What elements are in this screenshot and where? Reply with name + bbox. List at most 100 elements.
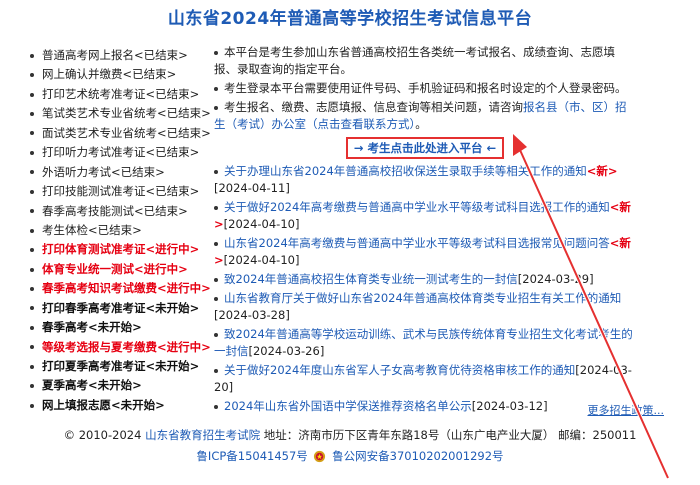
sidebar-item-label: 面试类艺术专业省统考<已结束> [42,125,211,140]
bullet-icon [30,189,34,194]
page-title: 山东省2024年普通高等学校招生考试信息平台 [167,9,533,29]
sidebar-item[interactable]: 面试类艺术专业省统考<已结束> [30,124,211,143]
sidebar-item-label: 打印夏季高考准考证<未开始> [42,359,200,373]
sidebar-item-label: 打印体育测试准考证<进行中> [42,242,200,257]
bullet-icon [214,404,218,409]
bullet-icon [30,150,34,155]
sidebar-item-label: 春季高考技能测试<已结束> [42,203,188,218]
news-item: 致2024年普通高校招生体育类专业统一测试考生的一封信[2024-03-29] [214,271,636,288]
bullet-icon [30,345,34,350]
sidebar-item-label: 体育专业统一测试<进行中> [42,261,188,276]
info-paragraph: 本平台是考生参加山东省普通高校招生各类统一考试报名、成绩查询、志愿填报、录取查询… [214,45,615,76]
news-date: [2024-04-10] [223,217,300,231]
bullet-icon [30,403,34,408]
bullet-icon [30,364,34,369]
bullet-icon [214,368,218,373]
sidebar-item[interactable]: 等级考选报与夏考缴费<进行中> [30,338,211,357]
more-policies-link[interactable]: 更多招生政策... [588,402,665,418]
sidebar-item-label: 网上确认并缴费<已结束> [42,67,177,82]
news-date: [2024-03-26] [248,344,325,358]
news-link[interactable]: 关于做好2024年高考缴费与普通高中学业水平等级考试科目选报工作的通知 [224,200,610,214]
news-date: [2024-04-10] [223,253,300,267]
sidebar-item[interactable]: 春季高考<未开始> [30,318,210,337]
news-date: [2024-03-12] [471,399,548,413]
bullet-icon [30,112,34,117]
bullet-icon [214,50,218,55]
info-block: 本平台是考生参加山东省普通高校招生各类统一考试报名、成绩查询、志愿填报、录取查询… [214,44,636,133]
bullet-icon [30,92,34,97]
sidebar-item[interactable]: 打印春季高考准考证<未开始> [30,299,210,318]
enter-platform-button[interactable]: → 考生点击此处进入平台 ← [345,137,505,159]
icp-link[interactable]: 鲁ICP备15041457号 [196,449,307,463]
sidebar-item-label: 夏季高考<未开始> [42,378,142,393]
news-item: 山东省教育厅关于做好山东省2024年普通高校体育类专业招生有关工作的通知 [202… [214,290,636,324]
police-badge-icon [314,450,326,463]
sidebar-item-label: 打印听力考试准考证<已结束> [42,145,200,160]
news-link[interactable]: 山东省2024年高考缴费与普通高中学业水平等级考试科目选报常见问题问答 [224,236,610,250]
bullet-icon [214,86,218,91]
sidebar-item-label: 考生体检<已结束> [42,222,142,237]
sidebar-item-label: 等级考选报与夏考缴费<进行中> [42,339,211,354]
news-link[interactable]: 致2024年普通高校招生体育类专业统一测试考生的一封信 [224,272,518,286]
bullet-icon [214,169,218,174]
sidebar-item-label: 外语听力考试<已结束> [42,164,165,179]
sidebar-item[interactable]: 夏季高考<未开始> [30,376,210,395]
bullet-icon [214,241,218,246]
main-content: 本平台是考生参加山东省普通高校招生各类统一考试报名、成绩查询、志愿填报、录取查询… [214,44,636,417]
news-link[interactable]: 山东省教育厅关于做好山东省2024年普通高校体育类专业招生有关工作的通知 [224,291,621,305]
sidebar-item[interactable]: 笔试类艺术专业省统考<已结束> [30,104,211,123]
bullet-icon [30,73,34,78]
sidebar-item[interactable]: 春季高考技能测试<已结束> [30,202,210,221]
sidebar-item[interactable]: 打印艺术统考准考证<已结束> [30,85,210,104]
sidebar-item-label: 春季高考知识考试缴费<进行中> [42,281,211,296]
police-record-link[interactable]: 鲁公网安备37010202001292号 [332,449,503,463]
bullet-icon [214,205,218,210]
info-paragraph: 考生登录本平台需要使用证件号码、手机验证码和报名时设定的个人登录密码。 [214,80,636,97]
bullet-icon [30,131,34,136]
news-item: 山东省2024年高考缴费与普通高中学业水平等级考试科目选报常见问题问答<新>[2… [214,235,636,269]
news-item: 2024年山东省外国语中学保送推荐资格名单公示[2024-03-12] [214,398,636,415]
sidebar-item[interactable]: 网上确认并缴费<已结束> [30,65,210,84]
bullet-icon [30,248,34,253]
news-link[interactable]: 关于办理山东省2024年普通高校招收保送生录取手续等相关工作的通知 [224,164,587,178]
bullet-icon [30,228,34,233]
bullet-icon [30,53,34,58]
news-link[interactable]: 关于做好2024年度山东省军人子女高考教育优待资格审核工作的通知 [224,363,575,377]
sidebar-item[interactable]: 考生体检<已结束> [30,221,210,240]
sidebar-item-label: 普通高考网上报名<已结束> [42,48,188,62]
footer-records: 鲁ICP备15041457号 鲁公网安备37010202001292号 [0,448,700,464]
bullet-icon [30,325,34,330]
news-item: 关于办理山东省2024年普通高校招收保送生录取手续等相关工作的通知<新> [202… [214,163,636,197]
news-date: [2024-04-11] [214,181,290,195]
sidebar-item[interactable]: 普通高考网上报名<已结束> [30,46,210,65]
sidebar-item[interactable]: 打印体育测试准考证<进行中> [30,240,210,259]
exam-authority-link[interactable]: 山东省教育招生考试院 [145,428,260,442]
sidebar-item[interactable]: 网上填报志愿<未开始> [30,396,210,415]
sidebar-item-label: 打印技能测试准考证<已结束> [42,184,200,199]
news-item: 致2024年普通高等学校运动训练、武术与民族传统体育专业招生文化考试考生的一封信… [214,326,636,360]
sidebar-item[interactable]: 春季高考知识考试缴费<进行中> [30,279,211,298]
footer-copyright: © 2010-2024 山东省教育招生考试院 地址：济南市历下区青年东路18号（… [63,428,637,442]
bullet-icon [214,332,218,337]
sidebar-item[interactable]: 打印夏季高考准考证<未开始> [30,357,210,376]
bullet-icon [30,306,34,311]
bullet-icon [214,277,218,282]
sidebar-item-label: 打印艺术统考准考证<已结束> [42,86,200,101]
news-date: [2024-03-28] [214,308,290,322]
sidebar-item[interactable]: 打印技能测试准考证<已结束> [30,182,210,201]
bullet-icon [30,170,34,175]
sidebar-nav: 普通高考网上报名<已结束> 网上确认并缴费<已结束> 打印艺术统考准考证<已结束> 笔… [30,46,211,415]
news-list: 关于办理山东省2024年普通高校招收保送生录取手续等相关工作的通知<新> [202… [214,163,636,415]
sidebar-item[interactable]: 体育专业统一测试<进行中> [30,260,210,279]
bullet-icon [30,209,34,214]
news-item: 关于做好2024年度山东省军人子女高考教育优待资格审核工作的通知[2024-03… [214,362,636,396]
news-date: [2024-03-29] [517,272,594,286]
bullet-icon [30,384,34,389]
news-item: 关于做好2024年高考缴费与普通高中学业水平等级考试科目选报工作的通知<新>[2… [214,199,636,233]
new-badge: <新> [586,164,618,178]
news-link[interactable]: 2024年山东省外国语中学保送推荐资格名单公示 [224,399,472,413]
sidebar-item-label: 打印春季高考准考证<未开始> [42,300,200,315]
sidebar-item-label: 网上填报志愿<未开始> [42,397,165,412]
sidebar-item[interactable]: 外语听力考试<已结束> [30,163,210,182]
sidebar-item[interactable]: 打印听力考试准考证<已结束> [30,143,210,162]
